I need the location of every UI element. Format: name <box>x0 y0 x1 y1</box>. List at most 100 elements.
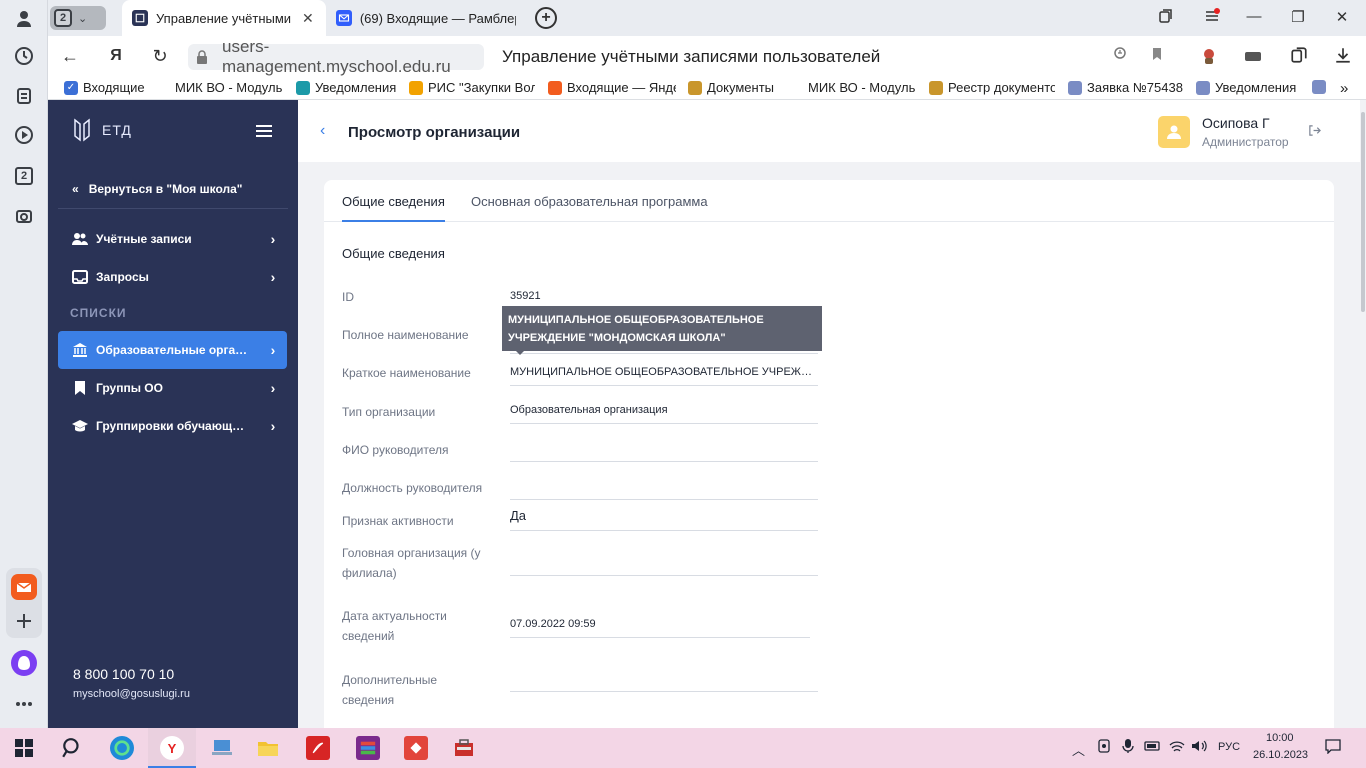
close-window-icon[interactable]: ✕ <box>1332 8 1352 26</box>
tab-general-info[interactable]: Общие сведения <box>342 194 445 222</box>
bookmark-item[interactable]: Документы <box>688 80 774 95</box>
tab-rambler-mail[interactable]: (69) Входящие — Рамблер <box>326 0 526 36</box>
edge-browser-icon[interactable] <box>110 736 134 760</box>
history-icon[interactable] <box>10 42 38 70</box>
tray-microphone-icon[interactable] <box>1120 738 1136 757</box>
bookmark-item[interactable]: МИК ВО - Модуль <box>175 80 283 95</box>
bookmark-item[interactable]: РИС "Закупки Вол <box>409 80 535 95</box>
tray-volume-icon[interactable] <box>1190 738 1208 757</box>
field-label: Дополнительные сведения <box>342 673 437 707</box>
winrar-icon[interactable] <box>356 736 380 760</box>
bookmark-item[interactable]: МИК ВО - Модуль <box>808 80 916 95</box>
bookmark-label: РИС "Закупки Вол <box>428 80 535 95</box>
sidebar-item-label: Учётные записи <box>96 232 192 246</box>
bookmark-label: Заявка №75438 <box>1087 80 1183 95</box>
tab-counter-button[interactable]: 2 ⌄ <box>50 6 106 30</box>
bookmark-emblem-only[interactable] <box>1312 80 1326 94</box>
yandex-logo-icon[interactable]: Я <box>106 46 126 66</box>
tray-chevron-up-icon[interactable]: ︿ <box>1072 740 1085 759</box>
bookmark-item[interactable]: Входящие — Янде <box>548 80 676 95</box>
page-scrollbar-thumb[interactable] <box>1361 112 1365 312</box>
bookmark-item[interactable]: Заявка №75438 <box>1068 80 1183 95</box>
bookmark-label: Входящие — Янде <box>567 80 676 95</box>
lock-icon[interactable] <box>196 50 208 64</box>
tray-network-icon[interactable] <box>1096 738 1112 757</box>
back-arrow-icon[interactable]: ← <box>60 46 80 66</box>
collections-icon[interactable] <box>10 82 38 110</box>
support-email[interactable]: myschool@gosuslugi.ru <box>73 688 190 700</box>
section-label-lists: СПИСКИ <box>70 306 127 320</box>
bookmark-icon[interactable] <box>1146 46 1168 68</box>
chevron-right-icon: › <box>270 342 276 358</box>
tab-search-icon[interactable] <box>1156 8 1176 28</box>
divider <box>58 208 288 209</box>
user-name[interactable]: Осипова Г <box>1202 115 1270 131</box>
back-icon[interactable]: ‹ <box>320 122 325 140</box>
search-page-icon[interactable] <box>1110 46 1132 68</box>
etd-logo[interactable]: ЕТД <box>72 116 132 144</box>
logout-icon[interactable] <box>1308 124 1321 140</box>
bookmark-item[interactable]: Реестр документо <box>929 80 1055 95</box>
field-label: Тип организации <box>342 405 436 419</box>
sidebar-item-groups[interactable]: Группы ОО › <box>58 369 287 407</box>
sidebar-item-student-groupings[interactable]: Группировки обучающихся › <box>58 407 287 445</box>
anydesk-icon[interactable] <box>404 736 428 760</box>
tray-wifi-icon[interactable] <box>1168 738 1186 757</box>
double-chevron-left-icon: « <box>72 182 79 196</box>
add-panel-icon[interactable] <box>10 607 38 635</box>
sidebar-item-accounts[interactable]: Учётные записи › <box>58 220 287 258</box>
extension-icon[interactable] <box>1198 46 1220 68</box>
restore-icon[interactable]: ❐ <box>1288 8 1308 26</box>
mail-icon[interactable] <box>11 574 37 600</box>
minimize-icon[interactable]: — <box>1244 8 1264 25</box>
support-phone[interactable]: 8 800 100 70 10 <box>73 666 174 682</box>
field-label: Дата актуальности сведений <box>342 609 447 643</box>
more-icon[interactable] <box>10 690 38 718</box>
bookmark-icon <box>75 381 85 395</box>
owl-logo-icon <box>74 118 90 142</box>
tab-educational-program[interactable]: Основная образовательная программа <box>471 194 708 222</box>
computer-icon[interactable] <box>210 736 234 760</box>
content-tabs: Общие сведения Основная образовательная … <box>324 180 1334 222</box>
menu-icon[interactable] <box>1202 8 1222 28</box>
notifications-icon[interactable] <box>1324 738 1342 757</box>
tabs-counter-icon[interactable]: 2 <box>10 162 38 190</box>
field-label: Признак активности <box>342 514 454 528</box>
bookmark-item[interactable]: Уведомления <box>1196 80 1308 95</box>
new-tab-button[interactable]: + <box>535 7 557 29</box>
download-icon[interactable] <box>1332 46 1354 68</box>
search-icon[interactable] <box>60 736 84 760</box>
tray-battery-icon[interactable] <box>1144 738 1162 757</box>
tab-users-management[interactable]: Управление учётными ✕ <box>122 0 326 36</box>
emblem-icon <box>1068 80 1082 95</box>
chevron-right-icon: › <box>270 231 276 247</box>
reader-icon[interactable] <box>1242 46 1264 68</box>
screenshot-icon[interactable] <box>10 202 38 230</box>
avatar[interactable] <box>1158 116 1190 148</box>
sidebar-item-requests[interactable]: Запросы › <box>58 258 287 296</box>
menu-toggle-icon[interactable] <box>256 125 272 137</box>
yandex-browser-icon[interactable]: Y <box>160 736 184 760</box>
windows-start-icon[interactable] <box>12 736 36 760</box>
url-field[interactable]: users-management.myschool.edu.ru <box>188 37 484 76</box>
more-bookmarks-button[interactable]: » <box>1340 80 1348 97</box>
file-explorer-icon[interactable] <box>256 736 280 760</box>
profile-icon[interactable] <box>10 4 38 32</box>
emblem-icon <box>1312 80 1326 94</box>
tray-time[interactable]: 10:00 <box>1266 732 1294 744</box>
reload-icon[interactable]: ↻ <box>150 46 170 66</box>
back-to-my-school-link[interactable]: « Вернуться в "Моя школа" <box>72 182 242 196</box>
sidebar-item-organizations[interactable]: Образовательные организации › <box>58 331 287 369</box>
field-label: ФИО руководителя <box>342 443 449 457</box>
close-tab-icon[interactable]: ✕ <box>302 10 314 27</box>
video-icon[interactable] <box>10 121 38 149</box>
copy-icon[interactable] <box>1288 46 1310 68</box>
bookmark-item[interactable]: Уведомления <box>296 80 396 95</box>
pdf-reader-icon[interactable] <box>306 736 330 760</box>
tray-date[interactable]: 26.10.2023 <box>1253 749 1308 761</box>
alice-assistant-icon[interactable] <box>11 650 37 676</box>
tray-language[interactable]: РУС <box>1218 741 1240 753</box>
bookmark-item[interactable]: ✓ Входящие <box>64 80 145 95</box>
toolbox-icon[interactable] <box>452 736 476 760</box>
windows-taskbar: Y ︿ РУС 10:00 26.10.2023 <box>0 728 1366 768</box>
